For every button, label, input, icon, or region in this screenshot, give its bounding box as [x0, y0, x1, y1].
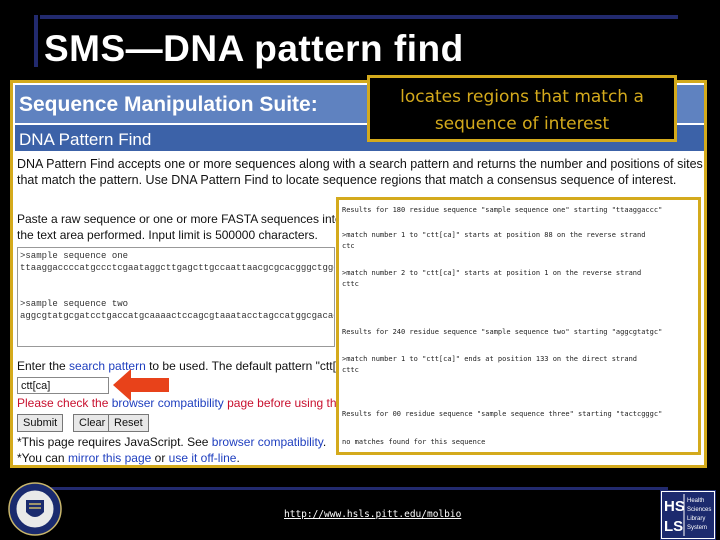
- slide-bottom-rule: [30, 487, 668, 490]
- reset-button[interactable]: Reset: [108, 414, 149, 432]
- pattern-prefix: Enter the: [17, 359, 70, 373]
- svg-text:Health: Health: [687, 498, 704, 504]
- results-heading-2: Results for 240 residue sequence "sample…: [342, 328, 663, 336]
- slide-left-rule: [34, 15, 38, 67]
- warning-prefix: Please check the: [17, 396, 112, 410]
- submit-button[interactable]: Submit: [17, 414, 64, 432]
- search-pattern-input[interactable]: [17, 377, 109, 394]
- result-match: >match number 1 to "ctt[ca]" starts at p…: [342, 231, 646, 239]
- result-sequence: cttc: [342, 366, 359, 374]
- mirror-note: *You can mirror this page or use it off-…: [17, 451, 240, 465]
- url-link[interactable]: http://www.hsls.pitt.edu/molbio: [284, 509, 461, 520]
- svg-text:System: System: [687, 525, 707, 531]
- svg-text:Sciences: Sciences: [687, 507, 711, 513]
- results-heading-1: Results for 180 residue sequence "sample…: [342, 206, 663, 214]
- suite-title: Sequence Manipulation Suite:: [19, 93, 318, 116]
- slide-title: SMS—DNA pattern find: [44, 28, 464, 69]
- mirror-suffix: .: [236, 451, 240, 465]
- svg-text:Library: Library: [687, 516, 705, 522]
- browser-compatibility-link[interactable]: browser compatibility: [112, 396, 224, 410]
- mirror-page-link[interactable]: mirror this page: [68, 451, 151, 465]
- result-match: >match number 1 to "ctt[ca]" ends at pos…: [342, 355, 638, 363]
- paste-instructions: Paste a raw sequence or one or more FAST…: [17, 212, 342, 242]
- svg-text:LS: LS: [664, 518, 683, 535]
- js-prefix: *This page requires JavaScript. See: [17, 435, 212, 449]
- callout-box: locates regions that match a sequence of…: [367, 75, 677, 142]
- svg-text:HS: HS: [664, 498, 685, 515]
- results-heading-3: Results for 00 residue sequence "sample …: [342, 410, 663, 418]
- sequence-textarea[interactable]: >sample sequence one ttaaggaccccatgccctc…: [17, 247, 335, 347]
- hsls-logo: HS LS Health Sciences Library System: [660, 490, 716, 540]
- tool-title: DNA Pattern Find: [19, 130, 152, 149]
- tool-description: DNA Pattern Find accepts one or more seq…: [17, 157, 703, 187]
- mirror-prefix: *You can: [17, 451, 68, 465]
- js-suffix: .: [322, 435, 327, 449]
- callout-line-1: locates regions that match a: [400, 87, 644, 107]
- result-sequence: ctc: [342, 242, 355, 250]
- js-compatibility-link[interactable]: browser compatibility: [212, 435, 323, 449]
- slide-top-rule: [40, 15, 678, 19]
- results-panel: Results for 180 residue sequence "sample…: [336, 197, 701, 455]
- offline-link[interactable]: use it off-line: [169, 451, 237, 465]
- result-match: >match number 2 to "ctt[ca]" starts at p…: [342, 269, 642, 277]
- mirror-mid: or: [151, 451, 169, 465]
- pattern-suffix: to be used. The default pattern "ctt[ca]…: [149, 359, 347, 373]
- clear-button[interactable]: Clear: [73, 414, 112, 432]
- result-sequence: cttc: [342, 280, 359, 288]
- javascript-note: *This page requires JavaScript. See brow…: [17, 435, 326, 449]
- pattern-instructions: Enter the search pattern to be used. The…: [17, 359, 347, 373]
- university-seal-logo: [8, 482, 62, 536]
- result-no-match: no matches found for this sequence: [342, 438, 486, 446]
- callout-line-2: sequence of interest: [434, 114, 610, 134]
